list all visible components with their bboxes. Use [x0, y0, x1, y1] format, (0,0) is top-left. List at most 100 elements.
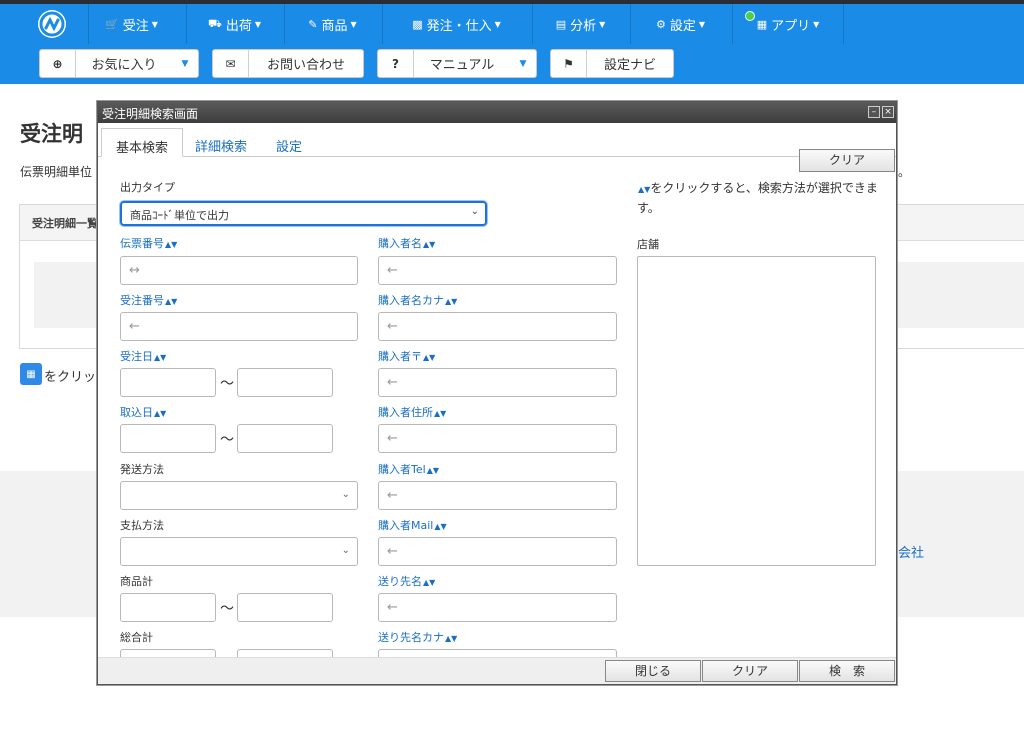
goods-total-label: 商品計 — [120, 575, 153, 588]
import-date-label[interactable]: 取込日▲▼ — [120, 404, 166, 420]
buyer-zip-input[interactable]: ← — [378, 368, 617, 397]
grand-total-to[interactable] — [237, 649, 333, 657]
store-list[interactable] — [637, 256, 876, 566]
nav-shipping-label: 出荷 — [225, 18, 252, 34]
dest-name-label[interactable]: 送り先名▲▼ — [378, 573, 435, 589]
buyer-name-label[interactable]: 購入者名▲▼ — [378, 235, 435, 251]
grid-icon: ▦ — [756, 17, 768, 31]
search-method-hint: ▲▼をクリックすると、検索方法が選択できます。 — [637, 179, 887, 218]
prefix-match-icon: ← — [129, 319, 140, 334]
manual-button[interactable]: ? マニュアル ▼ — [377, 49, 537, 78]
dest-kana-text: 送り先名カナ — [378, 631, 444, 644]
buyer-kana-input[interactable]: ← — [378, 312, 617, 341]
order-no-input[interactable]: ← — [120, 312, 358, 341]
clear-button[interactable]: クリア — [702, 660, 798, 682]
sort-toggle-icon: ▲▼ — [426, 466, 439, 475]
order-date-label[interactable]: 受注日▲▼ — [120, 348, 166, 364]
nav-products[interactable]: ✎ 商品 ▼ — [284, 4, 380, 44]
sort-toggle-icon: ▲▼ — [445, 634, 458, 643]
favorites-button[interactable]: ⊕ お気に入り ▼ — [39, 49, 199, 78]
page-description-tail: 。 — [898, 165, 911, 179]
footer-company-link[interactable]: 会社 — [898, 542, 924, 561]
nav-analytics-label: 分析 — [570, 18, 597, 34]
chevron-down-icon: ▼ — [350, 19, 357, 29]
slip-no-label[interactable]: 伝票番号▲▼ — [120, 235, 177, 251]
nav-analytics[interactable]: ▤ 分析 ▼ — [532, 4, 628, 44]
sort-toggle-icon: ▲▼ — [165, 297, 178, 306]
prefix-match-icon: ← — [387, 263, 398, 278]
range-separator: 〜 — [220, 376, 234, 392]
chevron-down-icon: ▼ — [599, 19, 606, 29]
toolbar: ⊕ お気に入り ▼ ✉ お問い合わせ ? マニュアル ▼ ⚑ 設定ナビ — [0, 44, 1024, 84]
buyer-mail-input[interactable]: ← — [378, 537, 617, 566]
sort-toggle-icon: ▲▼ — [165, 240, 178, 249]
app-logo[interactable] — [38, 10, 66, 38]
prefix-match-icon: ← — [387, 488, 398, 503]
range-match-icon: ↔ — [129, 263, 140, 278]
contact-button[interactable]: ✉ お問い合わせ — [212, 49, 364, 78]
pay-method-select[interactable]: ⌄ — [120, 537, 358, 566]
tab-settings[interactable]: 設定 — [262, 128, 316, 157]
output-type-select[interactable]: 商品ｺｰﾄﾞ単位で出力 ⌄ — [120, 201, 487, 226]
search-method-hint-text: をクリックすると、検索方法が選択できます。 — [637, 181, 878, 215]
sort-toggle-icon: ▲▼ — [434, 409, 447, 418]
buyer-mail-label[interactable]: 購入者Mail▲▼ — [378, 517, 447, 533]
dialog-titlebar[interactable]: 受注明細検索画面 – × — [98, 102, 896, 123]
close-button[interactable]: 閉じる — [605, 660, 701, 682]
calendar-icon[interactable]: ▦ — [20, 363, 42, 385]
buyer-name-input[interactable]: ← — [378, 256, 617, 285]
order-date-from[interactable] — [120, 368, 216, 397]
buyer-tel-text: 購入者Tel — [378, 463, 426, 476]
chevron-down-icon[interactable]: ▼ — [510, 50, 536, 77]
prefix-match-icon: ← — [387, 375, 398, 390]
slip-no-input[interactable]: ↔ — [120, 256, 358, 285]
dest-kana-label[interactable]: 送り先名カナ▲▼ — [378, 629, 457, 645]
grand-total-from[interactable] — [120, 649, 216, 657]
buyer-address-input[interactable]: ← — [378, 424, 617, 453]
prefix-match-icon: ← — [387, 431, 398, 446]
import-date-to[interactable] — [237, 424, 333, 453]
buyer-tel-label[interactable]: 購入者Tel▲▼ — [378, 461, 439, 477]
calendar-hint-text: をクリッ — [44, 370, 97, 385]
import-date-from[interactable] — [120, 424, 216, 453]
nav-apps[interactable]: ▦ アプリ ▼ — [732, 4, 844, 44]
buyer-address-label[interactable]: 購入者住所▲▼ — [378, 404, 446, 420]
dest-kana-input[interactable] — [378, 649, 617, 657]
minimize-icon[interactable]: – — [868, 106, 880, 118]
ship-method-label: 発送方法 — [120, 463, 164, 476]
sort-toggle-icon: ▲▼ — [423, 240, 436, 249]
buyer-tel-input[interactable]: ← — [378, 481, 617, 510]
dest-name-input[interactable]: ← — [378, 593, 617, 622]
nav-purchasing[interactable]: ▩ 発注・仕入 ▼ — [382, 4, 530, 44]
buyer-zip-label[interactable]: 購入者〒▲▼ — [378, 348, 435, 364]
buyer-kana-text: 購入者名カナ — [378, 294, 444, 307]
search-button[interactable]: 検 索 — [799, 660, 895, 682]
tab-basic-search[interactable]: 基本検索 — [101, 128, 184, 157]
goods-total-from[interactable] — [120, 593, 216, 622]
output-type-value: 商品ｺｰﾄﾞ単位で出力 — [130, 209, 229, 222]
sort-toggle-icon: ▲▼ — [154, 353, 167, 362]
close-icon[interactable]: × — [882, 106, 894, 118]
setup-navi-button[interactable]: ⚑ 設定ナビ — [550, 49, 674, 78]
chevron-down-icon[interactable]: ▼ — [172, 50, 198, 77]
nav-order[interactable]: 🛒 受注 ▼ — [88, 4, 174, 44]
page-description: 伝票明細単位 — [20, 165, 93, 179]
nav-products-label: 商品 — [321, 18, 348, 34]
ship-method-select[interactable]: ⌄ — [120, 481, 358, 510]
goods-total-to[interactable] — [237, 593, 333, 622]
nav-shipping[interactable]: ⛟ 出荷 ▼ — [186, 4, 282, 44]
prefix-match-icon: ← — [387, 544, 398, 559]
pay-method-label: 支払方法 — [120, 519, 164, 532]
chevron-down-icon: ▼ — [151, 19, 158, 29]
buyer-zip-text: 購入者〒 — [378, 350, 422, 363]
tab-detail-search[interactable]: 詳細検索 — [181, 128, 261, 157]
buyer-kana-label[interactable]: 購入者名カナ▲▼ — [378, 292, 457, 308]
status-dot — [745, 11, 755, 21]
sort-toggle-icon: ▲▼ — [445, 297, 458, 306]
contact-label: お問い合わせ — [266, 58, 345, 73]
nav-settings[interactable]: ⚙ 設定 ▼ — [630, 4, 730, 44]
order-date-to[interactable] — [237, 368, 333, 397]
order-no-label[interactable]: 受注番号▲▼ — [120, 292, 177, 308]
nav-purchasing-label: 発注・仕入 — [426, 18, 492, 34]
chart-icon: ▤ — [555, 17, 567, 31]
